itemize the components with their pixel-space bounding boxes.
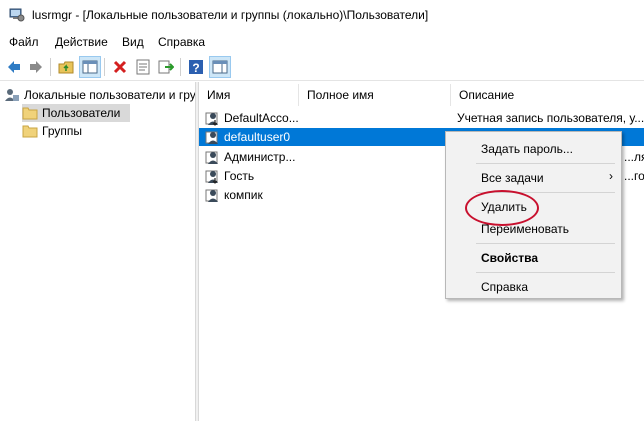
menu-action[interactable]: Действие bbox=[55, 35, 108, 49]
menu-item-set-password[interactable]: Задать пароль... bbox=[481, 142, 573, 156]
svg-text:?: ? bbox=[192, 61, 199, 75]
row-name: компик bbox=[224, 188, 263, 202]
annotation-circle bbox=[465, 190, 539, 226]
user-icon bbox=[205, 131, 218, 144]
menu-item-help[interactable]: Справка bbox=[481, 280, 528, 294]
users-groups-icon bbox=[5, 89, 19, 101]
row-description: ...ля ад... bbox=[624, 150, 644, 164]
toolbar-separator bbox=[50, 58, 51, 76]
table-row[interactable]: DefaultAcco... bbox=[205, 109, 299, 127]
toolbar-separator bbox=[180, 58, 181, 76]
export-list-button[interactable] bbox=[156, 57, 176, 77]
tree-root-label: Локальные пользователи и группы (локальн… bbox=[24, 88, 195, 102]
row-name: Администр... bbox=[224, 150, 296, 164]
column-header-name[interactable]: Имя bbox=[199, 84, 299, 106]
table-row[interactable]: Администр... bbox=[205, 148, 295, 166]
window-title: lusrmgr - [Локальные пользователи и груп… bbox=[32, 8, 429, 22]
menu-separator bbox=[476, 163, 615, 164]
column-header-description[interactable]: Описание bbox=[451, 84, 644, 106]
user-icon bbox=[205, 112, 218, 126]
folder-icon bbox=[22, 107, 38, 120]
user-icon bbox=[205, 170, 218, 184]
user-icon bbox=[205, 151, 218, 164]
toolbar-separator bbox=[104, 58, 105, 76]
tree-root[interactable]: Локальные пользователи и группы (локальн… bbox=[4, 86, 195, 104]
menu-file[interactable]: Файл bbox=[9, 35, 39, 49]
title-bar: lusrmgr - [Локальные пользователи и груп… bbox=[0, 0, 644, 30]
back-icon bbox=[8, 61, 20, 73]
menu-separator bbox=[476, 243, 615, 244]
show-action-pane-button[interactable] bbox=[209, 56, 231, 78]
row-name: DefaultAcco... bbox=[224, 111, 299, 125]
menu-item-properties[interactable]: Свойства bbox=[481, 251, 538, 265]
table-row[interactable]: Гость bbox=[205, 167, 254, 185]
tree-pane: Локальные пользователи и группы (локальн… bbox=[0, 84, 195, 421]
toolbar: ? bbox=[0, 54, 644, 81]
show-tree-icon bbox=[82, 60, 98, 74]
menu-help[interactable]: Справка bbox=[158, 35, 205, 49]
menu-item-all-tasks[interactable]: Все задачи bbox=[481, 171, 544, 185]
row-name: defaultuser0 bbox=[224, 130, 291, 144]
menu-bar: Файл Действие Вид Справка bbox=[0, 32, 644, 52]
forward-button[interactable] bbox=[26, 57, 46, 77]
chevron-right-icon: › bbox=[609, 169, 613, 183]
column-header-fullname[interactable]: Полное имя bbox=[299, 84, 451, 106]
tree-item-groups[interactable]: Группы bbox=[22, 122, 82, 140]
delete-icon bbox=[113, 60, 127, 74]
row-name: Гость bbox=[224, 169, 255, 183]
properties-button[interactable] bbox=[133, 57, 153, 77]
tree-item-label: Группы bbox=[42, 124, 82, 138]
table-row[interactable]: компик bbox=[205, 186, 263, 204]
up-level-button[interactable] bbox=[56, 57, 76, 77]
show-hide-tree-button[interactable] bbox=[79, 56, 101, 78]
delete-button[interactable] bbox=[110, 57, 130, 77]
up-folder-icon bbox=[58, 61, 74, 74]
user-icon bbox=[205, 189, 218, 202]
menu-separator bbox=[476, 272, 615, 273]
export-icon bbox=[158, 60, 174, 74]
back-button[interactable] bbox=[4, 57, 24, 77]
folder-icon bbox=[22, 125, 38, 138]
row-description: Учетная запись пользователя, у... bbox=[457, 111, 644, 125]
forward-icon bbox=[30, 61, 42, 73]
help-button[interactable]: ? bbox=[186, 57, 206, 77]
tree-item-label: Пользователи bbox=[42, 106, 121, 120]
computer-management-icon bbox=[9, 8, 25, 22]
tree-item-users[interactable]: Пользователи bbox=[22, 104, 130, 122]
properties-icon bbox=[136, 59, 150, 75]
show-pane-icon bbox=[212, 60, 228, 74]
row-description: ...го до... bbox=[624, 169, 644, 183]
menu-view[interactable]: Вид bbox=[122, 35, 144, 49]
help-icon: ? bbox=[189, 60, 203, 75]
